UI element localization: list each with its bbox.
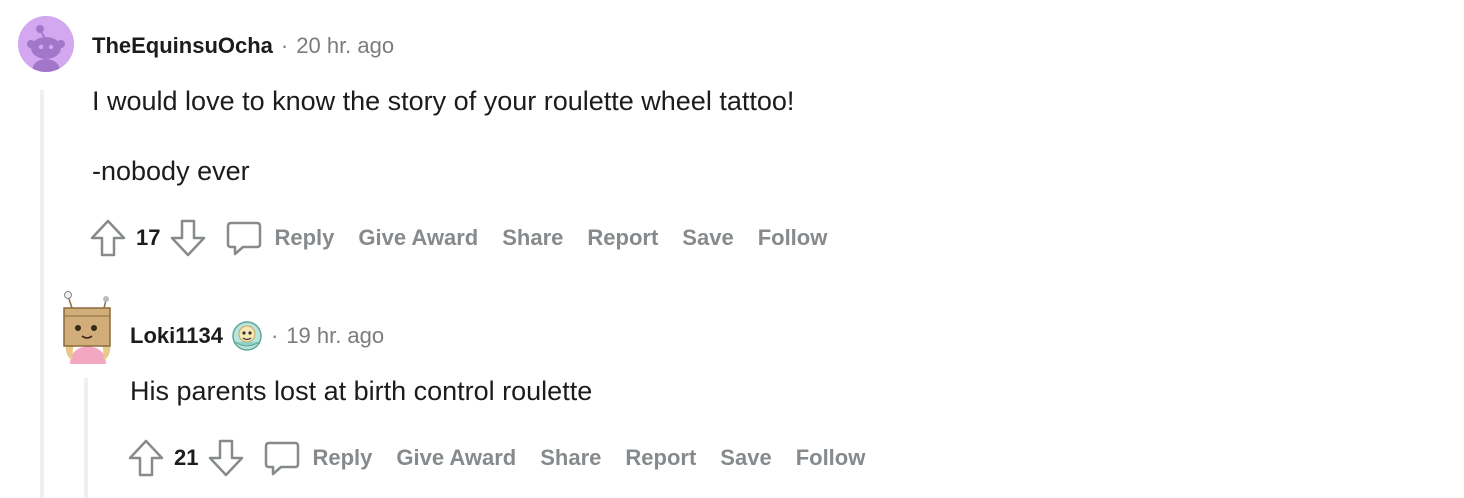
comment-body-line: His parents lost at birth control roulet… (130, 376, 593, 406)
comment-header: Loki1134 · 19 hr. ago (130, 320, 384, 352)
timestamp[interactable]: 19 hr. ago (286, 323, 384, 349)
avatar[interactable] (60, 290, 116, 364)
comment-header: TheEquinsuOcha · 20 hr. ago (92, 30, 394, 62)
upvote-icon[interactable] (126, 438, 166, 478)
emoji-flair-icon (231, 320, 263, 352)
upvote-icon[interactable] (88, 218, 128, 258)
box-head-snoo-avatar-icon (63, 291, 111, 364)
reply-bubble-icon[interactable] (224, 218, 264, 258)
save-button[interactable]: Save (720, 445, 771, 471)
thread-line-top[interactable] (40, 90, 44, 498)
comment-action-bar: 21 Reply Give Award Share Report Save Fo… (126, 436, 877, 480)
avatar[interactable] (18, 16, 74, 72)
save-button[interactable]: Save (682, 225, 733, 251)
reply-button[interactable]: Reply (274, 225, 334, 251)
snoo-default-avatar-icon (18, 16, 74, 72)
thread-line-nested[interactable] (84, 378, 88, 498)
follow-button[interactable]: Follow (758, 225, 828, 251)
downvote-icon[interactable] (206, 438, 246, 478)
separator-dot: · (280, 33, 289, 58)
username[interactable]: TheEquinsuOcha (92, 33, 273, 59)
share-button[interactable]: Share (502, 225, 563, 251)
report-button[interactable]: Report (587, 225, 658, 251)
timestamp[interactable]: 20 hr. ago (296, 33, 394, 59)
vote-score: 17 (136, 225, 161, 250)
share-button[interactable]: Share (540, 445, 601, 471)
follow-button[interactable]: Follow (796, 445, 866, 471)
comment-body-line: -nobody ever (92, 156, 250, 186)
comment-action-bar: 17 Reply Give Award Share Report Save Fo… (88, 216, 839, 260)
vote-score: 21 (174, 445, 199, 470)
reply-bubble-icon[interactable] (262, 438, 302, 478)
give-award-button[interactable]: Give Award (358, 225, 478, 251)
username[interactable]: Loki1134 (130, 323, 223, 349)
downvote-icon[interactable] (168, 218, 208, 258)
give-award-button[interactable]: Give Award (396, 445, 516, 471)
report-button[interactable]: Report (625, 445, 696, 471)
separator-dot: · (270, 323, 279, 348)
comment-body-line: I would love to know the story of your r… (92, 86, 795, 116)
reply-button[interactable]: Reply (312, 445, 372, 471)
